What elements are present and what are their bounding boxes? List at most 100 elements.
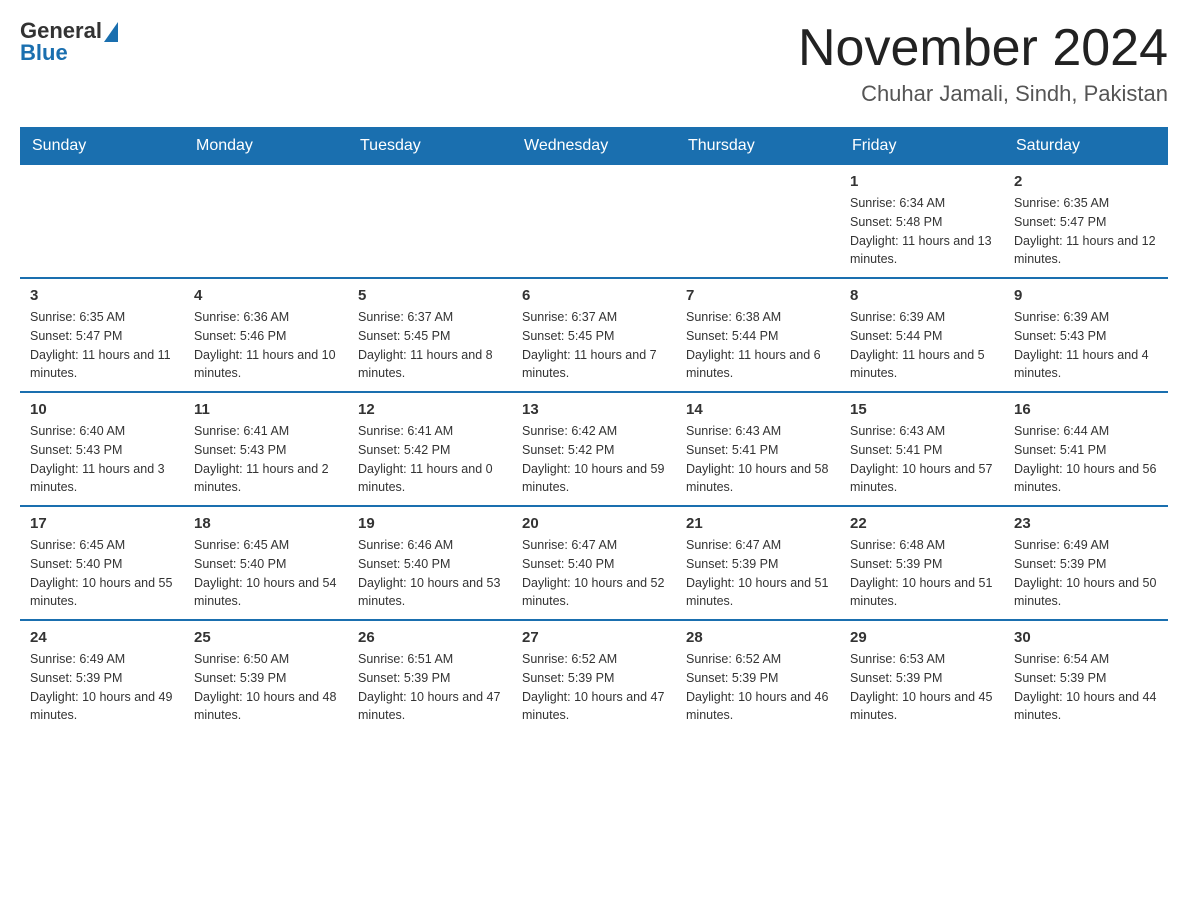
day-info: Sunrise: 6:34 AM Sunset: 5:48 PM Dayligh… [850, 194, 994, 269]
calendar-cell: 6Sunrise: 6:37 AM Sunset: 5:45 PM Daylig… [512, 278, 676, 392]
day-number: 4 [194, 287, 338, 304]
day-info: Sunrise: 6:45 AM Sunset: 5:40 PM Dayligh… [30, 536, 174, 611]
day-info: Sunrise: 6:39 AM Sunset: 5:43 PM Dayligh… [1014, 308, 1158, 383]
week-row-3: 10 Sunrise: 6:40 AM Sunset: 5:43 PM Dayli… [20, 392, 1168, 506]
calendar-cell: 17 Sunrise: 6:45 AM Sunset: 5:40 PM Dayli… [20, 506, 184, 620]
calendar-cell: 9 Sunrise: 6:39 AM Sunset: 5:43 PM Daylig… [1004, 278, 1168, 392]
day-number: 18 [194, 515, 338, 532]
day-info: Sunrise: 6:49 AM Sunset: 5:39 PM Dayligh… [30, 650, 174, 725]
day-info: Sunrise: 6:42 AM Sunset: 5:42 PM Dayligh… [522, 422, 666, 497]
day-info: Sunrise: 6:35 AM Sunset: 5:47 PM Dayligh… [30, 308, 174, 383]
logo-triangle-icon [104, 22, 118, 42]
day-info: Sunrise: 6:48 AM Sunset: 5:39 PM Dayligh… [850, 536, 994, 611]
calendar-cell: 16Sunrise: 6:44 AM Sunset: 5:41 PM Dayli… [1004, 392, 1168, 506]
day-number: 7 [686, 287, 830, 304]
day-number: 29 [850, 629, 994, 646]
day-number: 8 [850, 287, 994, 304]
calendar-table: SundayMondayTuesdayWednesdayThursdayFrid… [20, 127, 1168, 733]
calendar-cell: 3 Sunrise: 6:35 AM Sunset: 5:47 PM Daylig… [20, 278, 184, 392]
calendar-cell: 24 Sunrise: 6:49 AM Sunset: 5:39 PM Dayli… [20, 620, 184, 733]
calendar-cell: 10 Sunrise: 6:40 AM Sunset: 5:43 PM Dayli… [20, 392, 184, 506]
day-info: Sunrise: 6:50 AM Sunset: 5:39 PM Dayligh… [194, 650, 338, 725]
day-number: 27 [522, 629, 666, 646]
day-info: Sunrise: 6:39 AM Sunset: 5:44 PM Dayligh… [850, 308, 994, 383]
calendar-cell: 29 Sunrise: 6:53 AM Sunset: 5:39 PM Dayli… [840, 620, 1004, 733]
calendar-cell [676, 165, 840, 278]
day-info: Sunrise: 6:36 AM Sunset: 5:46 PM Dayligh… [194, 308, 338, 383]
weekday-header-row: SundayMondayTuesdayWednesdayThursdayFrid… [20, 127, 1168, 165]
day-info: Sunrise: 6:49 AM Sunset: 5:39 PM Dayligh… [1014, 536, 1158, 611]
weekday-header-saturday: Saturday [1004, 127, 1168, 165]
calendar-cell: 23 Sunrise: 6:49 AM Sunset: 5:39 PM Dayli… [1004, 506, 1168, 620]
day-info: Sunrise: 6:47 AM Sunset: 5:40 PM Dayligh… [522, 536, 666, 611]
day-info: Sunrise: 6:37 AM Sunset: 5:45 PM Dayligh… [358, 308, 502, 383]
day-number: 14 [686, 401, 830, 418]
day-number: 5 [358, 287, 502, 304]
calendar-cell: 7Sunrise: 6:38 AM Sunset: 5:44 PM Daylig… [676, 278, 840, 392]
day-info: Sunrise: 6:53 AM Sunset: 5:39 PM Dayligh… [850, 650, 994, 725]
week-row-2: 3 Sunrise: 6:35 AM Sunset: 5:47 PM Daylig… [20, 278, 1168, 392]
weekday-header-sunday: Sunday [20, 127, 184, 165]
weekday-header-friday: Friday [840, 127, 1004, 165]
day-number: 22 [850, 515, 994, 532]
day-number: 3 [30, 287, 174, 304]
weekday-header-monday: Monday [184, 127, 348, 165]
calendar-cell [20, 165, 184, 278]
calendar-cell: 8 Sunrise: 6:39 AM Sunset: 5:44 PM Daylig… [840, 278, 1004, 392]
logo-general-text: General [20, 20, 102, 42]
day-info: Sunrise: 6:52 AM Sunset: 5:39 PM Dayligh… [522, 650, 666, 725]
day-number: 9 [1014, 287, 1158, 304]
day-info: Sunrise: 6:51 AM Sunset: 5:39 PM Dayligh… [358, 650, 502, 725]
calendar-subtitle: Chuhar Jamali, Sindh, Pakistan [798, 81, 1168, 107]
calendar-cell: 28 Sunrise: 6:52 AM Sunset: 5:39 PM Dayli… [676, 620, 840, 733]
calendar-cell: 15 Sunrise: 6:43 AM Sunset: 5:41 PM Dayli… [840, 392, 1004, 506]
day-number: 1 [850, 173, 994, 190]
day-number: 20 [522, 515, 666, 532]
day-number: 13 [522, 401, 666, 418]
calendar-cell: 30 Sunrise: 6:54 AM Sunset: 5:39 PM Dayli… [1004, 620, 1168, 733]
page-header: General Blue November 2024 Chuhar Jamali… [20, 20, 1168, 107]
day-info: Sunrise: 6:43 AM Sunset: 5:41 PM Dayligh… [850, 422, 994, 497]
day-number: 26 [358, 629, 502, 646]
day-number: 10 [30, 401, 174, 418]
day-number: 12 [358, 401, 502, 418]
day-number: 30 [1014, 629, 1158, 646]
day-info: Sunrise: 6:52 AM Sunset: 5:39 PM Dayligh… [686, 650, 830, 725]
day-info: Sunrise: 6:41 AM Sunset: 5:43 PM Dayligh… [194, 422, 338, 497]
day-info: Sunrise: 6:45 AM Sunset: 5:40 PM Dayligh… [194, 536, 338, 611]
title-block: November 2024 Chuhar Jamali, Sindh, Paki… [798, 20, 1168, 107]
day-number: 25 [194, 629, 338, 646]
day-info: Sunrise: 6:47 AM Sunset: 5:39 PM Dayligh… [686, 536, 830, 611]
calendar-cell [184, 165, 348, 278]
day-number: 24 [30, 629, 174, 646]
calendar-cell: 27 Sunrise: 6:52 AM Sunset: 5:39 PM Dayli… [512, 620, 676, 733]
day-number: 17 [30, 515, 174, 532]
weekday-header-thursday: Thursday [676, 127, 840, 165]
day-number: 11 [194, 401, 338, 418]
day-info: Sunrise: 6:43 AM Sunset: 5:41 PM Dayligh… [686, 422, 830, 497]
day-number: 23 [1014, 515, 1158, 532]
day-number: 15 [850, 401, 994, 418]
day-info: Sunrise: 6:54 AM Sunset: 5:39 PM Dayligh… [1014, 650, 1158, 725]
logo: General Blue [20, 20, 118, 64]
calendar-cell: 20 Sunrise: 6:47 AM Sunset: 5:40 PM Dayli… [512, 506, 676, 620]
calendar-cell: 19Sunrise: 6:46 AM Sunset: 5:40 PM Dayli… [348, 506, 512, 620]
calendar-cell: 11 Sunrise: 6:41 AM Sunset: 5:43 PM Dayli… [184, 392, 348, 506]
calendar-cell: 22 Sunrise: 6:48 AM Sunset: 5:39 PM Dayli… [840, 506, 1004, 620]
week-row-1: 1 Sunrise: 6:34 AM Sunset: 5:48 PM Daylig… [20, 165, 1168, 278]
week-row-4: 17 Sunrise: 6:45 AM Sunset: 5:40 PM Dayli… [20, 506, 1168, 620]
day-number: 2 [1014, 173, 1158, 190]
calendar-cell: 13 Sunrise: 6:42 AM Sunset: 5:42 PM Dayli… [512, 392, 676, 506]
day-info: Sunrise: 6:41 AM Sunset: 5:42 PM Dayligh… [358, 422, 502, 497]
day-info: Sunrise: 6:37 AM Sunset: 5:45 PM Dayligh… [522, 308, 666, 383]
logo-blue-text: Blue [20, 40, 68, 65]
calendar-cell [348, 165, 512, 278]
day-info: Sunrise: 6:40 AM Sunset: 5:43 PM Dayligh… [30, 422, 174, 497]
calendar-cell: 5 Sunrise: 6:37 AM Sunset: 5:45 PM Daylig… [348, 278, 512, 392]
calendar-cell: 25 Sunrise: 6:50 AM Sunset: 5:39 PM Dayli… [184, 620, 348, 733]
day-number: 28 [686, 629, 830, 646]
calendar-cell [512, 165, 676, 278]
weekday-header-tuesday: Tuesday [348, 127, 512, 165]
calendar-title: November 2024 [798, 20, 1168, 77]
calendar-cell: 14 Sunrise: 6:43 AM Sunset: 5:41 PM Dayli… [676, 392, 840, 506]
